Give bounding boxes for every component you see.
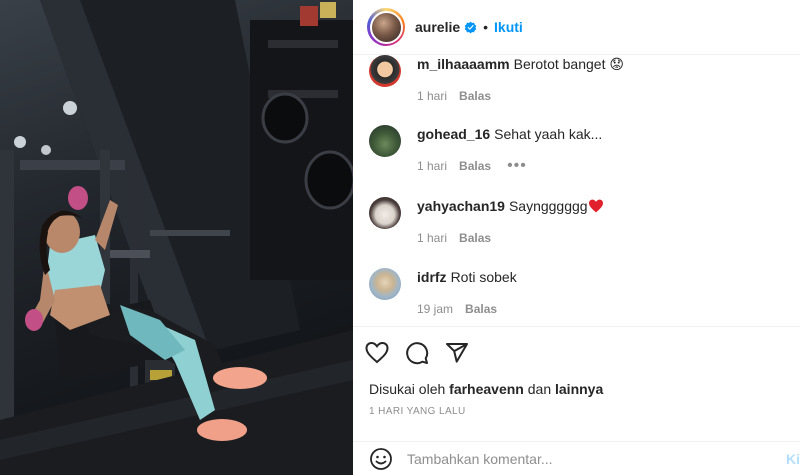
post-details-panel: aurelie • Ikuti m_ilhaaaamm Berotot bange… <box>353 0 800 475</box>
comment-text: Sehat yaah kak... <box>494 126 603 142</box>
post-comment-button[interactable]: Ki <box>786 451 800 467</box>
add-comment-bar: Ki <box>353 441 800 475</box>
commenter-avatar[interactable] <box>369 268 401 300</box>
heart-icon <box>365 341 389 364</box>
commenter-avatar[interactable] <box>369 55 401 87</box>
likes-joiner: dan <box>527 381 552 397</box>
reply-button[interactable]: Balas <box>459 159 491 173</box>
comment-button[interactable] <box>405 339 445 367</box>
comment-time[interactable]: 1 hari <box>417 89 447 103</box>
commenter-avatar[interactable] <box>369 125 401 157</box>
post-date[interactable]: 1 HARI YANG LALU <box>369 406 466 417</box>
likes-others-link[interactable]: lainnya <box>555 381 603 397</box>
reply-button[interactable]: Balas <box>465 302 497 316</box>
comment-input[interactable] <box>407 451 747 467</box>
like-button[interactable] <box>365 339 405 367</box>
comment-time[interactable]: 1 hari <box>417 231 447 245</box>
post-header: aurelie • Ikuti <box>353 0 800 55</box>
follow-button[interactable]: Ikuti <box>494 19 523 35</box>
emoji-icon[interactable] <box>369 447 393 471</box>
post-actions: Disukai oleh farheavenn dan lainnya 1 HA… <box>353 326 800 474</box>
comment-time[interactable]: 1 hari <box>417 159 447 173</box>
comment-time[interactable]: 19 jam <box>417 302 453 316</box>
share-button[interactable] <box>445 339 485 367</box>
likes-summary: Disukai oleh farheavenn dan lainnya <box>369 381 603 397</box>
comment-username[interactable]: idrfz <box>417 269 447 285</box>
commenter-avatar[interactable] <box>369 197 401 229</box>
reply-button[interactable]: Balas <box>459 231 491 245</box>
verified-badge-icon <box>464 21 477 33</box>
header-separator: • <box>483 19 489 35</box>
author-avatar[interactable] <box>367 8 405 46</box>
gym-photo-illustration <box>0 0 353 475</box>
liker-username[interactable]: farheavenn <box>449 381 524 397</box>
reply-button[interactable]: Balas <box>459 89 491 103</box>
comment-text: Sayngggggg <box>508 198 588 214</box>
author-username[interactable]: aurelie <box>415 19 460 35</box>
comments-list[interactable]: m_ilhaaaamm Berotot banget 😟 1 hari Balas… <box>353 55 800 326</box>
comment-icon <box>406 342 429 365</box>
share-icon <box>446 343 468 363</box>
likes-prefix: Disukai oleh <box>369 381 446 397</box>
more-options-icon[interactable]: ••• <box>507 158 527 174</box>
comment-username[interactable]: gohead_16 <box>417 126 490 142</box>
comment-username[interactable]: yahyachan19 <box>417 198 505 214</box>
comment-text: Berotot banget 😟 <box>513 56 624 72</box>
comment-text: Roti sobek <box>450 269 517 285</box>
red-heart-icon <box>588 199 603 213</box>
comment-username[interactable]: m_ilhaaaamm <box>417 56 510 72</box>
post-photo[interactable] <box>0 0 353 475</box>
